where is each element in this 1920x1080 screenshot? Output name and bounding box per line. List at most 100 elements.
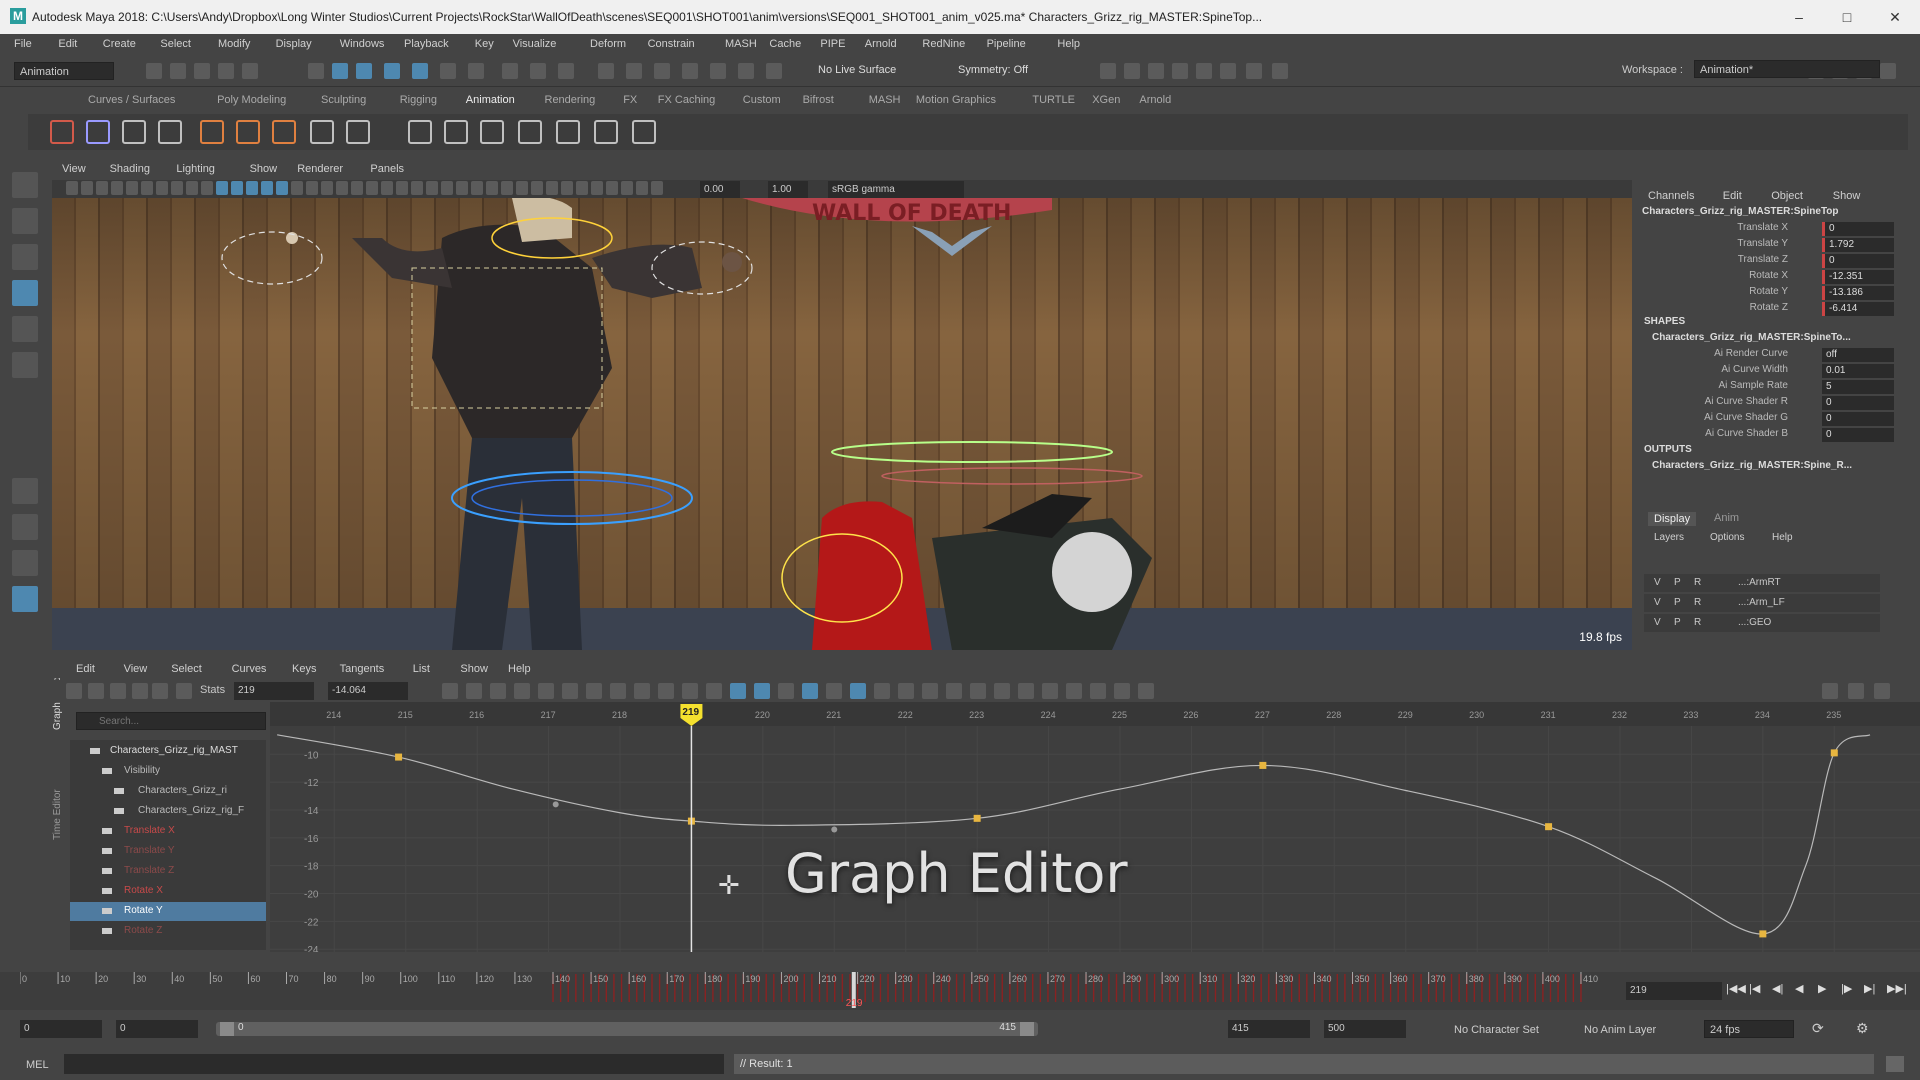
shape-attr-row[interactable]: Ai Curve Width 0.01 [1638,364,1898,380]
viewport-toolbar-icon[interactable] [381,181,393,195]
ghost-icon[interactable] [122,120,146,144]
graph-menu-curves[interactable]: Curves [232,663,267,675]
viewport-toolbar-icon[interactable] [336,181,348,195]
viewport-menu-shading[interactable]: Shading [110,163,150,175]
channel-value[interactable]: 1.792 [1822,238,1894,252]
step-forward-frame-icon[interactable]: |▶ [1841,982,1852,995]
shelf-tab-bifrost[interactable]: Bifrost [803,94,834,106]
outliner-item[interactable]: Characters_Grizz_rig_MAST [70,742,266,761]
viewport-toolbar-icon[interactable] [621,181,633,195]
menu-mash[interactable]: MASH [725,38,757,50]
graph-menu-show[interactable]: Show [460,663,488,675]
menu-modify[interactable]: Modify [218,38,250,50]
shape-attr-row[interactable]: Ai Curve Shader G 0 [1638,412,1898,428]
viewport-toolbar-icon[interactable] [231,181,243,195]
statusline-tool-icon[interactable] [1880,63,1896,79]
current-frame-field[interactable]: 219 [1626,982,1722,1000]
viewport-toolbar-icon[interactable] [546,181,558,195]
graph-toolbar-icon[interactable] [706,683,722,699]
display-layer-row[interactable]: V P R ...:GEO [1644,614,1880,632]
shape-attr-row[interactable]: Ai Sample Rate 5 [1638,380,1898,396]
menuset-dropdown[interactable]: Animation [14,62,114,80]
statusline-tool-icon[interactable] [1272,63,1288,79]
graph-toolbar-icon[interactable] [88,683,104,699]
menu-playback[interactable]: Playback [404,38,449,50]
menu-deform[interactable]: Deform [590,38,626,50]
viewport-menu-view[interactable]: View [62,163,86,175]
viewport-toolbar-icon[interactable] [81,181,93,195]
curve-graph[interactable]: 214 215 216 217 218 219 220 221 222 223 224 225 226 2… [270,702,1920,952]
shelf-tab-rendering[interactable]: Rendering [545,94,596,106]
shape-attr-value[interactable]: 0.01 [1822,364,1894,378]
graph-toolbar-icon[interactable] [658,683,674,699]
statusline-tool-icon[interactable] [502,63,518,79]
channel-row[interactable]: Rotate X -12.351 [1638,270,1898,286]
statusline-tool-icon[interactable] [598,63,614,79]
viewport-toolbar-icon[interactable] [441,181,453,195]
statusline-tool-icon[interactable] [738,63,754,79]
graph-toolbar-icon[interactable] [946,683,962,699]
shape-attr-row[interactable]: Ai Render Curve off [1638,348,1898,364]
bind-skin-icon[interactable] [408,120,432,144]
layer-playback-toggle[interactable]: P [1674,617,1681,628]
viewport-menu-lighting[interactable]: Lighting [176,163,215,175]
viewport-toolbar-icon[interactable] [216,181,228,195]
layer-name[interactable]: ...:ArmRT [1738,577,1781,588]
shape-attr-value[interactable]: 5 [1822,380,1894,394]
select-tool-icon[interactable] [12,172,38,198]
statusline-tool-icon[interactable] [1246,63,1262,79]
outliner-item[interactable]: Visibility [70,762,266,781]
viewport-toolbar-icon[interactable] [591,181,603,195]
play-forwards-icon[interactable]: ▶ [1818,982,1826,995]
graph-toolbar-icon[interactable] [442,683,458,699]
shelf-tab-fx-caching[interactable]: FX Caching [658,94,715,106]
layer-playback-toggle[interactable]: P [1674,597,1681,608]
graph-toolbar-icon[interactable] [490,683,506,699]
menu-rednine[interactable]: RedNine [922,38,965,50]
viewport-toolbar-icon[interactable] [501,181,513,195]
graph-toolbar-icon[interactable] [66,683,82,699]
channel-row[interactable]: Rotate Y -13.186 [1638,286,1898,302]
outliner-search[interactable] [76,712,270,732]
menu-windows[interactable]: Windows [340,38,385,50]
statusline-tool-icon[interactable] [1196,63,1212,79]
symmetry-dropdown[interactable]: Symmetry: Off [958,64,1028,76]
outliner-item[interactable]: Rotate X [70,882,266,901]
menu-pipeline[interactable]: Pipeline [987,38,1026,50]
outliner-item[interactable]: Rotate Z [70,922,266,941]
statusline-tool-icon[interactable] [682,63,698,79]
viewport-toolbar-icon[interactable] [606,181,618,195]
color-space-dropdown[interactable]: sRGB gamma [828,181,964,199]
menu-create[interactable]: Create [103,38,136,50]
viewport-toolbar-icon[interactable] [276,181,288,195]
display-layer-row[interactable]: V P R ...:ArmRT [1644,574,1880,592]
layer-reference-toggle[interactable]: R [1694,577,1701,588]
graph-toolbar-icon[interactable] [634,683,650,699]
layer-playback-toggle[interactable]: P [1674,577,1681,588]
time-slider-ruler[interactable]: 0 10 20 30 40 50 60 70 80 90 100 110 120 130 140 150 160… [20,972,1600,1010]
viewport-toolbar-icon[interactable] [66,181,78,195]
menu-file[interactable]: File [14,38,32,50]
graph-toolbar-icon[interactable] [1114,683,1130,699]
channel-row[interactable]: Translate Z 0 [1638,254,1898,270]
viewport-toolbar-icon[interactable] [96,181,108,195]
curve-visibility-icon[interactable] [102,868,112,874]
curve-visibility-icon[interactable] [102,828,112,834]
statusline-tool-icon[interactable] [242,63,258,79]
graph-toolbar-icon[interactable] [514,683,530,699]
playblast-icon[interactable] [50,120,74,144]
preferences-icon[interactable]: ⚙ [1856,1020,1869,1037]
end-frame-field[interactable]: 500 [1324,1020,1406,1038]
graph-toolbar-icon[interactable] [1874,683,1890,699]
graph-toolbar-icon[interactable] [610,683,626,699]
shelf-tab-motion-graphics[interactable]: Motion Graphics [916,94,996,106]
script-editor-icon[interactable] [1886,1056,1904,1072]
statusline-tool-icon[interactable] [170,63,186,79]
playback-range-bar[interactable]: 0 415 [216,1022,1038,1036]
menu-visualize[interactable]: Visualize [513,38,557,50]
workspace-dropdown[interactable]: Animation* [1694,60,1880,78]
outliner-item[interactable]: Translate Z [70,862,266,881]
graph-toolbar-icon[interactable] [110,683,126,699]
graph-menu-tangents[interactable]: Tangents [340,663,385,675]
graph-toolbar-icon[interactable] [850,683,866,699]
